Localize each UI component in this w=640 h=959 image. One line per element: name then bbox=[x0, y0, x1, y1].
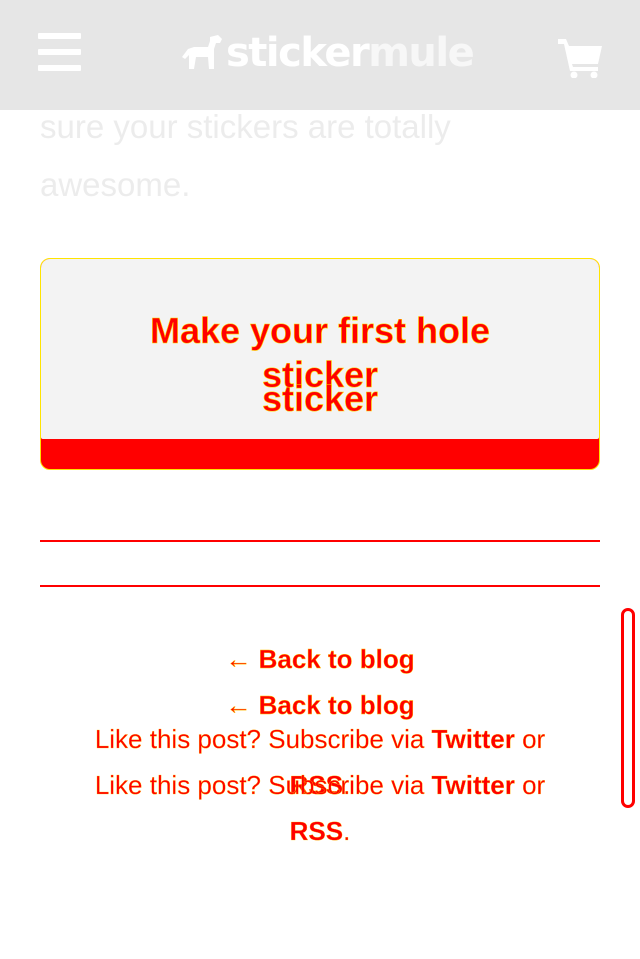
logo-text-mule: mule bbox=[368, 30, 475, 76]
subscribe-prefix: Like this post? Subscribe via bbox=[94, 724, 432, 754]
divider-top bbox=[40, 540, 600, 542]
back-to-blog-link[interactable]: ← Back to blog bbox=[0, 644, 640, 675]
rss-link[interactable]: RSS bbox=[289, 816, 343, 846]
subscribe-period: . bbox=[343, 816, 351, 846]
logo[interactable]: stickermule bbox=[180, 30, 475, 76]
hamburger-menu-icon[interactable] bbox=[38, 33, 82, 73]
intro-text: sure your stickers are totally awesome. bbox=[40, 98, 600, 214]
twitter-link[interactable]: Twitter bbox=[431, 724, 515, 754]
intro-line-2: awesome. bbox=[40, 166, 191, 203]
logo-text-sticker: sticker bbox=[226, 30, 370, 76]
logo-text: stickermule bbox=[226, 30, 475, 76]
subscribe-text-echo: Like this post? Subscribe via Twitter or… bbox=[60, 762, 580, 854]
twitter-link[interactable]: Twitter bbox=[431, 770, 515, 800]
subscribe-or: or bbox=[514, 724, 546, 754]
mule-logo-icon bbox=[182, 35, 222, 69]
make-first-sticker-button[interactable]: Make your first hole sticker sticker bbox=[40, 258, 600, 470]
scrollbar-thumb[interactable] bbox=[621, 608, 635, 808]
site-header: stickermule bbox=[0, 0, 640, 110]
divider-bottom bbox=[40, 585, 600, 587]
shopping-cart-icon[interactable] bbox=[556, 36, 604, 79]
subscribe-prefix: Like this post? Subscribe via bbox=[94, 770, 432, 800]
subscribe-or: or bbox=[514, 770, 546, 800]
cta-label-line-1: Make your first hole bbox=[149, 310, 491, 351]
cta-label-line-2-echo: sticker bbox=[261, 378, 379, 419]
